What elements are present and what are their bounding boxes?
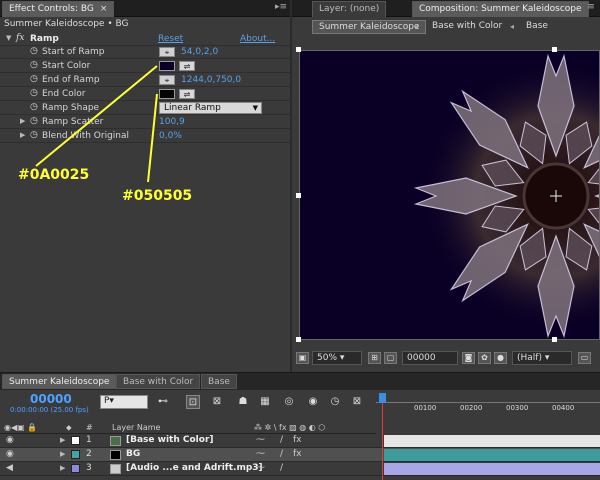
frame-blending-icon[interactable]: ▦ (258, 395, 272, 409)
live-update-icon[interactable]: ⊡ (186, 395, 200, 409)
timeline-panel: Summer Kaleidoscope Base with Color Base… (0, 372, 600, 480)
shy-switch-icon[interactable]: ⁓ (256, 449, 265, 459)
selection-handle[interactable] (552, 337, 557, 342)
twirl-closed-icon[interactable]: ▶ (60, 450, 65, 458)
ruler-tick: 00400 (552, 404, 575, 412)
eye-icon[interactable]: ◉ (6, 449, 14, 459)
layer-number: 3 (86, 463, 92, 473)
tab-composition[interactable]: Composition: Summer Kaleidoscope (412, 1, 589, 17)
annotation-line-start-color (35, 65, 158, 167)
eye-icon[interactable]: ◉ (6, 435, 14, 445)
annotation-line-end-color (147, 93, 158, 183)
breadcrumb-base[interactable]: Base (520, 20, 554, 34)
tab-summer-kaleidoscope[interactable]: Summer Kaleidoscope (2, 374, 117, 389)
composition-icon (110, 436, 121, 446)
kaleidoscope-render (413, 53, 599, 339)
region-of-interest-icon[interactable]: ▭ (578, 352, 591, 364)
quality-switch-icon[interactable]: / (280, 449, 283, 459)
viewer-toolbar: ▣ 50% ▾ ⊞ ▢ 00000 ◙ ✿ ● (Half) ▾ ▭ (292, 350, 600, 368)
tab-base-with-color[interactable]: Base with Color (116, 374, 201, 389)
layer-column-header: ◉◀▣ 🔒 ⬥ # Layer Name ⁂ ✲ \ fx ▨ ◍ ◐ ⬡ (0, 422, 376, 434)
layer-name[interactable]: [Base with Color] (126, 435, 214, 445)
layer-row-selected[interactable]: ◉ ▶ 2 BG ⁓ / fx (0, 448, 600, 462)
quality-switch-icon[interactable]: / (280, 435, 283, 445)
fx-switch-icon[interactable]: fx (293, 449, 302, 459)
selection-handle[interactable] (296, 47, 301, 52)
twirl-closed-icon[interactable]: ▶ (60, 436, 65, 444)
composition-tabbar: Layer: (none) Composition: Summer Kaleid… (292, 0, 600, 17)
twirl-closed-icon[interactable]: ▶ (60, 464, 65, 472)
panel-menu-icon[interactable]: ≡ (584, 2, 598, 14)
time-ruler[interactable]: 00100 00200 00300 00400 (376, 392, 600, 422)
layer-duration-bar[interactable] (384, 449, 600, 461)
tab-layer[interactable]: Layer: (none) (312, 1, 387, 17)
channel-icon[interactable]: ● (494, 352, 507, 364)
ruler-tick: 00300 (506, 404, 529, 412)
grid-icon[interactable]: ⊞ (368, 352, 381, 364)
shy-switch-icon[interactable]: ⁓ (256, 463, 265, 473)
fx-switch-icon[interactable]: fx (293, 435, 302, 445)
graph-editor-icon[interactable]: ◷ (328, 395, 342, 409)
layer-row[interactable]: ◀ ▶ 3 [Audio ...e and Adrift.mp3] ⁓ / (0, 462, 600, 476)
switches-header-icons: ⁂ ✲ \ fx ▨ ◍ ◐ ⬡ (254, 423, 326, 432)
annotation-start-color: #0A0025 (18, 167, 90, 183)
show-snapshot-icon[interactable]: ✿ (478, 352, 491, 364)
brainstorm-icon[interactable]: ◉ (306, 395, 320, 409)
layer-number: 1 (86, 435, 92, 445)
layer-label-color[interactable] (71, 464, 80, 473)
quality-switch-icon[interactable]: / (280, 463, 283, 473)
current-time-display[interactable]: 00000 (402, 351, 458, 365)
selection-handle[interactable] (296, 193, 301, 198)
speaker-icon[interactable]: ◀ (6, 463, 13, 473)
resolution-value: (Half) (517, 353, 542, 363)
av-features-icons: ◉◀▣ 🔒 (4, 423, 38, 432)
zoom-dropdown[interactable]: 50% ▾ (312, 351, 362, 365)
timeline-timecode[interactable]: 00000 (30, 392, 72, 406)
ruler-line (376, 402, 600, 403)
breadcrumb-base-with-color[interactable]: Base with Color (426, 20, 508, 34)
breadcrumb-summer-kaleidoscope[interactable]: Summer Kaleidoscope (312, 20, 427, 34)
layer-label-color[interactable] (71, 436, 80, 445)
ruler-tick: 00100 (414, 404, 437, 412)
playhead-icon[interactable] (379, 393, 386, 403)
tab-base[interactable]: Base (201, 374, 237, 389)
selection-handle[interactable] (552, 47, 557, 52)
layer-duration-bar[interactable] (384, 463, 600, 475)
audio-file-icon (110, 464, 121, 474)
shy-icon[interactable]: ☗ (236, 395, 250, 409)
timeline-tabbar: Summer Kaleidoscope Base with Color Base (0, 373, 600, 390)
zoom-value: 50% (317, 353, 338, 363)
timeline-fps: 0:00:00:00 (25.00 fps) (10, 406, 89, 414)
column-name-header[interactable]: Layer Name (112, 423, 160, 432)
comp-mini-flowchart-icon[interactable]: ⊷ (156, 395, 170, 409)
graph-icon[interactable]: ⊠ (350, 395, 364, 409)
column-num-header: # (86, 423, 93, 432)
label-icon: ⬥ (66, 423, 72, 432)
resolution-dropdown[interactable]: (Half) ▾ (512, 351, 572, 365)
shy-switch-icon[interactable]: ⁓ (256, 435, 265, 445)
current-time-indicator[interactable] (382, 403, 383, 480)
layer-search-input[interactable]: P▾ (100, 395, 148, 409)
motion-blur-icon[interactable]: ◎ (282, 395, 296, 409)
layer-duration-bar[interactable] (384, 435, 600, 447)
layer-name[interactable]: [Audio ...e and Adrift.mp3] (126, 463, 263, 473)
layer-row[interactable]: ◉ ▶ 1 [Base with Color] ⁓ / fx (0, 434, 600, 448)
breadcrumb-arrow-icon: ◂ (414, 22, 419, 31)
solid-icon (110, 450, 121, 460)
annotation-lines (35, 65, 158, 183)
selection-handle[interactable] (296, 337, 301, 342)
mask-visibility-icon[interactable]: ▢ (384, 352, 397, 364)
camera-icon[interactable]: ◙ (462, 352, 475, 364)
layer-name[interactable]: BG (126, 449, 140, 459)
layer-label-color[interactable] (71, 450, 80, 459)
draft-3d-icon[interactable]: ⊠ (210, 395, 224, 409)
always-preview-icon[interactable]: ▣ (296, 352, 309, 364)
composition-viewer[interactable] (299, 50, 600, 340)
breadcrumb-arrow-icon: ◂ (510, 22, 515, 31)
annotation-end-color: #050505 (122, 188, 193, 204)
layer-number: 2 (86, 449, 92, 459)
ruler-tick: 00200 (460, 404, 483, 412)
